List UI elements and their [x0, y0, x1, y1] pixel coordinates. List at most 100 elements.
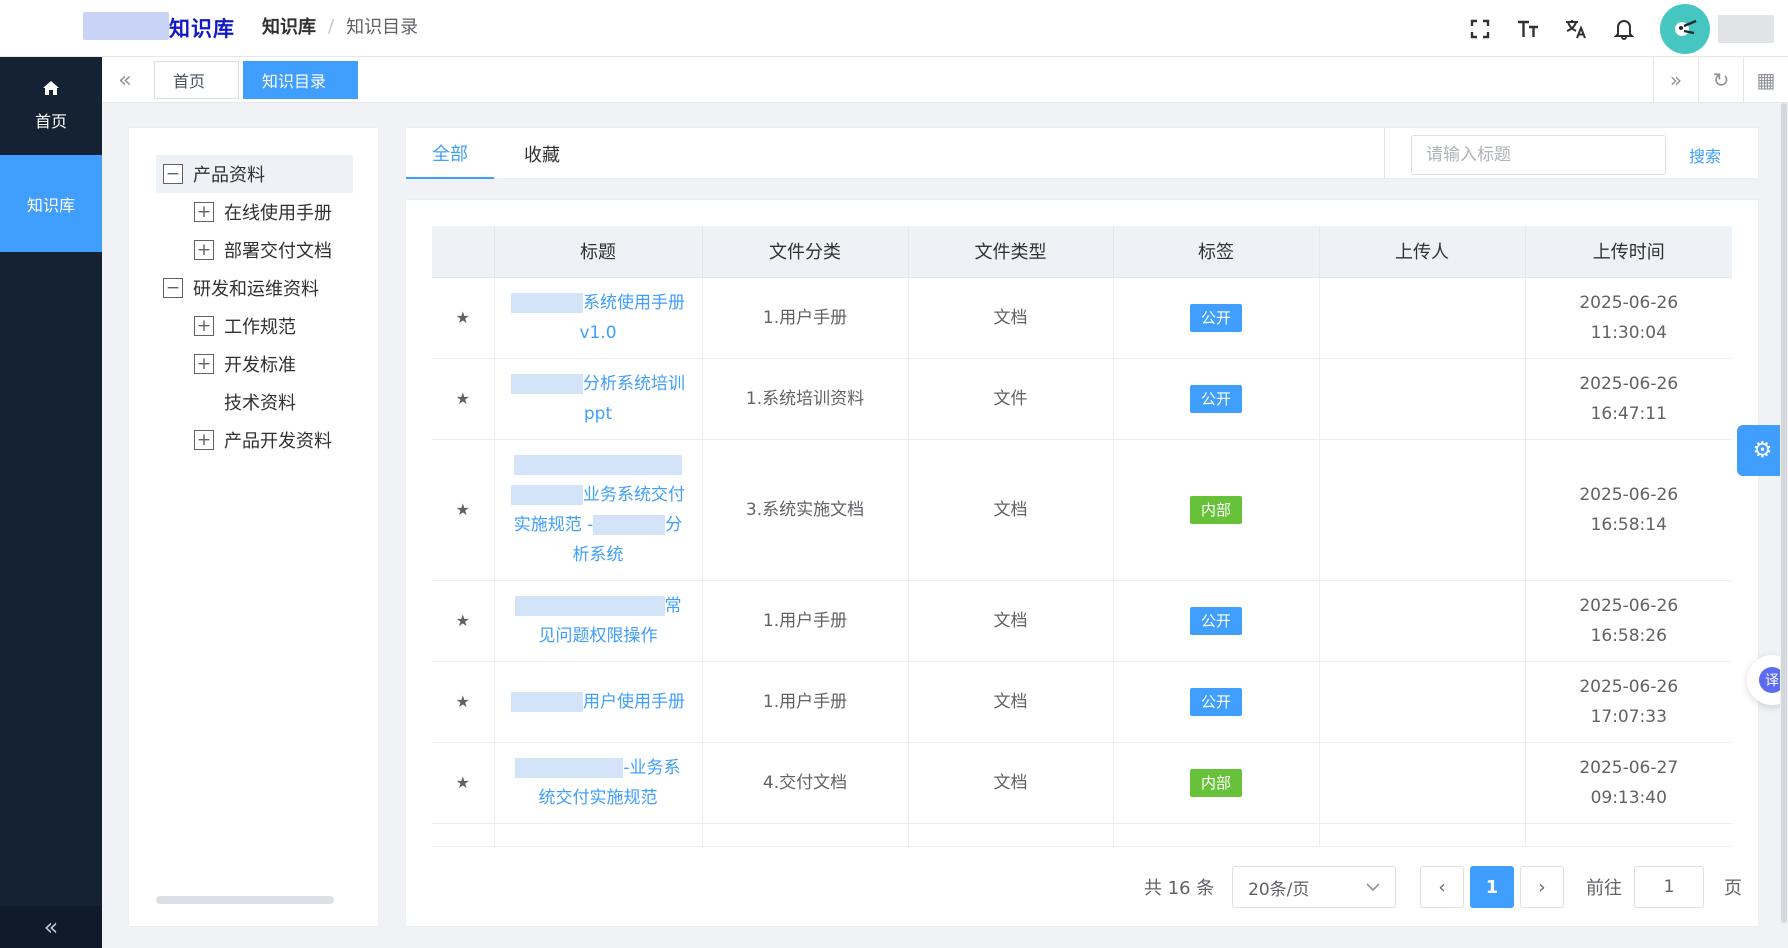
sidebar-item-knowledge-base-label: 知识库	[26, 195, 75, 215]
tab-all[interactable]: 全部	[406, 128, 494, 179]
tree-node-label: 技术资料	[224, 393, 296, 414]
blurred-text	[514, 595, 665, 616]
file-uploader	[1319, 661, 1526, 743]
star-icon[interactable]: ★	[456, 389, 470, 408]
tags-scroll-left-button[interactable]: «	[102, 57, 148, 103]
tree-node-rd-ops-docs[interactable]: − 研发和运维资料	[163, 269, 319, 307]
star-icon[interactable]: ★	[456, 692, 470, 711]
file-title-text: 用户使用手册	[583, 691, 685, 712]
tree-node-online-manual[interactable]: + 在线使用手册	[194, 193, 332, 231]
breadcrumb-current: 知识目录	[346, 17, 419, 38]
gear-icon: ⚙	[1752, 438, 1773, 463]
collapse-icon[interactable]: −	[163, 164, 183, 184]
tree-node-label: 产品资料	[193, 165, 265, 186]
table-row: ★ 系统使用手册v1.0 1.用户手册 文档 公开 2025-06-26 11:…	[432, 277, 1732, 359]
file-title-link[interactable]: 常见问题权限操作	[514, 595, 682, 646]
header-uploader: 上传人	[1319, 226, 1526, 278]
table-scroll-area[interactable]: 标题 文件分类 文件类型 标签 上传人 上传时间 ★ 系统使用手册v1.0 1.…	[432, 226, 1732, 847]
tree-node-product-dev-docs[interactable]: + 产品开发资料	[194, 421, 332, 459]
next-page-button[interactable]: ›	[1520, 866, 1564, 908]
tag-home[interactable]: 首页	[154, 61, 239, 99]
sidebar-item-home-label: 首页	[34, 112, 67, 131]
search-button[interactable]: 搜索	[1689, 143, 1721, 167]
goto-page-input[interactable]	[1634, 866, 1704, 908]
file-table-panel: 标题 文件分类 文件类型 标签 上传人 上传时间 ★ 系统使用手册v1.0 1.…	[405, 199, 1759, 927]
file-title-link[interactable]: 业务系统交付实施规范 - 分析系统	[511, 454, 685, 565]
refresh-button[interactable]: ↻	[1698, 57, 1743, 103]
tag-badge: 内部	[1189, 768, 1242, 797]
translate-icon[interactable]	[1552, 5, 1600, 53]
breadcrumb-root[interactable]: 知识库	[262, 13, 316, 39]
page-scrollbar[interactable]	[1780, 103, 1788, 948]
search-divider	[1384, 128, 1385, 179]
expand-icon[interactable]: +	[194, 202, 214, 222]
file-upload-time: 2025-06-26 11:30:04	[1525, 277, 1732, 359]
tags-menu-button[interactable]: ▦	[1743, 57, 1788, 103]
blurred-text	[511, 691, 583, 712]
tree-node-deployment-docs[interactable]: + 部署交付文档	[194, 231, 332, 269]
double-chevron-left-icon: «	[43, 913, 59, 941]
tree-node-product-docs[interactable]: − 产品资料	[163, 155, 265, 193]
sidebar-collapse-button[interactable]: «	[0, 906, 102, 948]
tag-badge: 公开	[1189, 303, 1242, 332]
double-chevron-right-icon: »	[1669, 68, 1683, 92]
tags-scroll-right-button[interactable]: »	[1653, 57, 1698, 103]
file-uploader	[1319, 580, 1526, 662]
sidebar-item-knowledge-base[interactable]: 知识库	[0, 155, 102, 252]
goto-suffix: 页	[1724, 878, 1742, 899]
file-type: 文档	[908, 742, 1114, 824]
sidebar-item-home[interactable]: 首页	[0, 57, 102, 155]
brand-logo-blurred	[83, 12, 169, 40]
tree-horizontal-scrollbar[interactable]	[156, 896, 334, 904]
file-uploader	[1319, 439, 1526, 581]
tag-knowledge-catalog[interactable]: 知识目录	[243, 61, 358, 99]
file-title-text: 系统使用手册v1.0	[579, 292, 685, 343]
file-type: 文档	[908, 580, 1114, 662]
breadcrumb: 知识库 / 知识目录	[262, 13, 418, 39]
file-title-link[interactable]: 用户使用手册	[511, 691, 685, 712]
avatar[interactable]	[1660, 3, 1710, 54]
tag-badge: 公开	[1189, 687, 1242, 716]
expand-icon[interactable]: +	[194, 430, 214, 450]
tree-node-label: 产品开发资料	[224, 431, 332, 452]
file-upload-time: 2025-06-26 16:58:26	[1525, 580, 1732, 662]
tree-node-work-standards[interactable]: + 工作规范	[194, 307, 296, 345]
user-name-blurred[interactable]	[1718, 14, 1774, 43]
fullscreen-icon[interactable]	[1456, 5, 1504, 53]
tabs-search-panel: 全部 收藏 搜索	[405, 127, 1759, 179]
file-uploader	[1319, 358, 1526, 440]
page-1-button[interactable]: 1	[1470, 866, 1514, 908]
bell-icon[interactable]	[1600, 5, 1648, 53]
file-title-link[interactable]: 分析系统培训ppt	[511, 373, 685, 424]
breadcrumb-separator: /	[328, 15, 335, 37]
search-input[interactable]	[1411, 135, 1666, 175]
table-row: ★ 常见问题权限操作 1.用户手册 文档 公开 2025-06-26 16:58…	[432, 580, 1732, 662]
double-chevron-left-icon: «	[118, 67, 132, 93]
expand-icon[interactable]: +	[194, 354, 214, 374]
file-title-link[interactable]: -业务系统交付实施规范	[515, 757, 681, 808]
star-icon[interactable]: ★	[456, 773, 470, 792]
expand-icon[interactable]: +	[194, 316, 214, 336]
file-category: 1.用户手册	[702, 661, 909, 743]
file-title-link[interactable]: 系统使用手册v1.0	[511, 292, 685, 343]
file-category: 1.系统培训资料	[702, 358, 909, 440]
tab-favorites[interactable]: 收藏	[494, 128, 590, 179]
prev-page-button[interactable]: ‹	[1420, 866, 1464, 908]
pagination: 共 16 条 20条/页 ‹ 1 › 前往 页	[406, 866, 1760, 908]
font-size-icon[interactable]	[1504, 5, 1552, 53]
page-size-select[interactable]: 20条/页	[1232, 866, 1396, 908]
tree-node-tech-docs[interactable]: 技术资料	[224, 383, 296, 421]
star-icon[interactable]: ★	[456, 500, 470, 519]
blurred-text	[593, 514, 666, 535]
header-tag: 标签	[1113, 226, 1320, 278]
star-icon[interactable]: ★	[456, 308, 470, 327]
blurred-text	[514, 454, 682, 475]
collapse-icon[interactable]: −	[163, 278, 183, 298]
tag-badge: 公开	[1189, 384, 1242, 413]
tree-node-dev-standards[interactable]: + 开发标准	[194, 345, 296, 383]
expand-icon[interactable]: +	[194, 240, 214, 260]
chevron-right-icon: ›	[1538, 876, 1546, 898]
page-scrollbar-thumb[interactable]	[1781, 103, 1787, 923]
star-icon[interactable]: ★	[456, 611, 470, 630]
tags-actions: » ↻ ▦	[1653, 57, 1788, 103]
